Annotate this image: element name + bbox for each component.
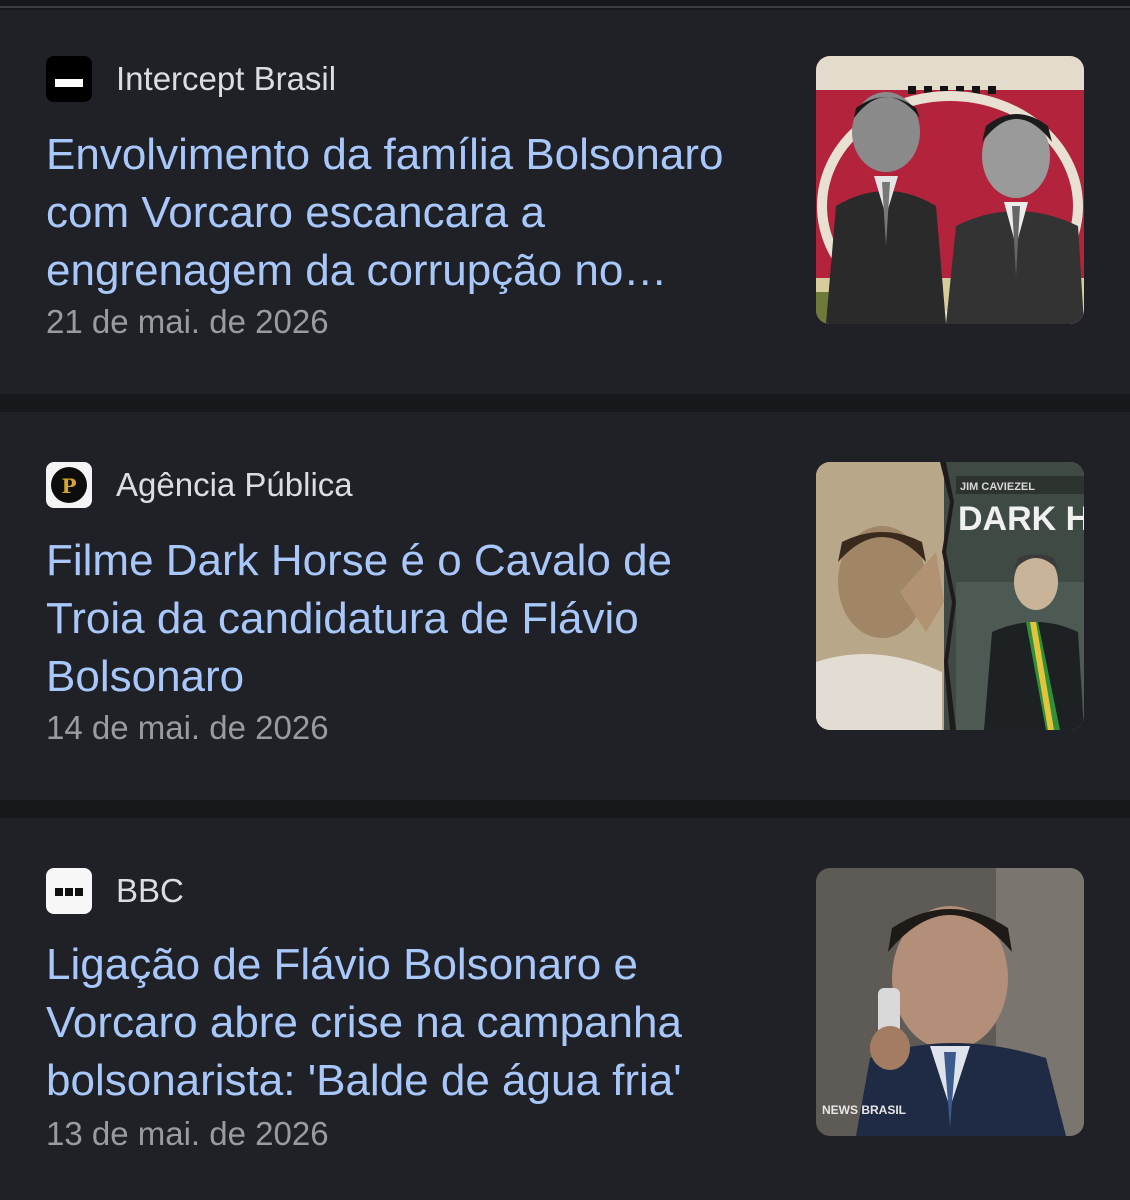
source-name: Agência Pública [116, 466, 353, 503]
source-name: Intercept Brasil [116, 60, 337, 97]
news-feed: Intercept Brasil Envolvimento da família… [0, 0, 1130, 1200]
news-card[interactable]: P Agência Pública Filme Dark Horse é o C… [0, 412, 1130, 800]
headline-link[interactable]: Ligação de Flávio Bolsonaro e Vorcaro ab… [46, 936, 776, 1110]
thumbnail-image [816, 56, 1084, 324]
headline-link[interactable]: Filme Dark Horse é o Cavalo de Troia da … [46, 532, 776, 706]
news-card[interactable]: BBC Ligação de Flávio Bolsonaro e Vorcar… [0, 818, 1130, 1200]
source-name: BBC [116, 872, 184, 909]
thumbnail-image: JIM CAVIEZEL DARK HO [816, 462, 1084, 730]
logo-disc: P [51, 467, 87, 503]
thumbnail-watermark: NEWS BRASIL [822, 1103, 906, 1117]
news-card[interactable]: Intercept Brasil Envolvimento da família… [0, 10, 1130, 394]
article-thumbnail[interactable]: JIM CAVIEZEL DARK HO [816, 462, 1084, 730]
source-row: BBC [46, 868, 184, 914]
logo-letter: P [61, 474, 77, 498]
thumbnail-title: DARK HO [958, 500, 1084, 538]
publish-date: 21 de mai. de 2026 [46, 303, 329, 340]
headline-link[interactable]: Envolvimento da família Bolsonaro com Vo… [46, 126, 776, 300]
article-thumbnail[interactable]: NEWS BRASIL [816, 868, 1084, 1136]
thumbnail-image: NEWS BRASIL [816, 868, 1084, 1136]
thumbnail-tagline: JIM CAVIEZEL [960, 481, 1035, 493]
publish-date: 14 de mai. de 2026 [46, 709, 329, 746]
publish-date: 13 de mai. de 2026 [46, 1115, 329, 1152]
agencia-publica-logo-icon: P [46, 462, 92, 508]
article-thumbnail[interactable] [816, 56, 1084, 324]
source-row: Intercept Brasil [46, 56, 336, 102]
intercept-logo-icon [46, 56, 92, 102]
top-divider [0, 0, 1130, 8]
source-row: P Agência Pública [46, 462, 353, 508]
bbc-logo-icon [46, 868, 92, 914]
